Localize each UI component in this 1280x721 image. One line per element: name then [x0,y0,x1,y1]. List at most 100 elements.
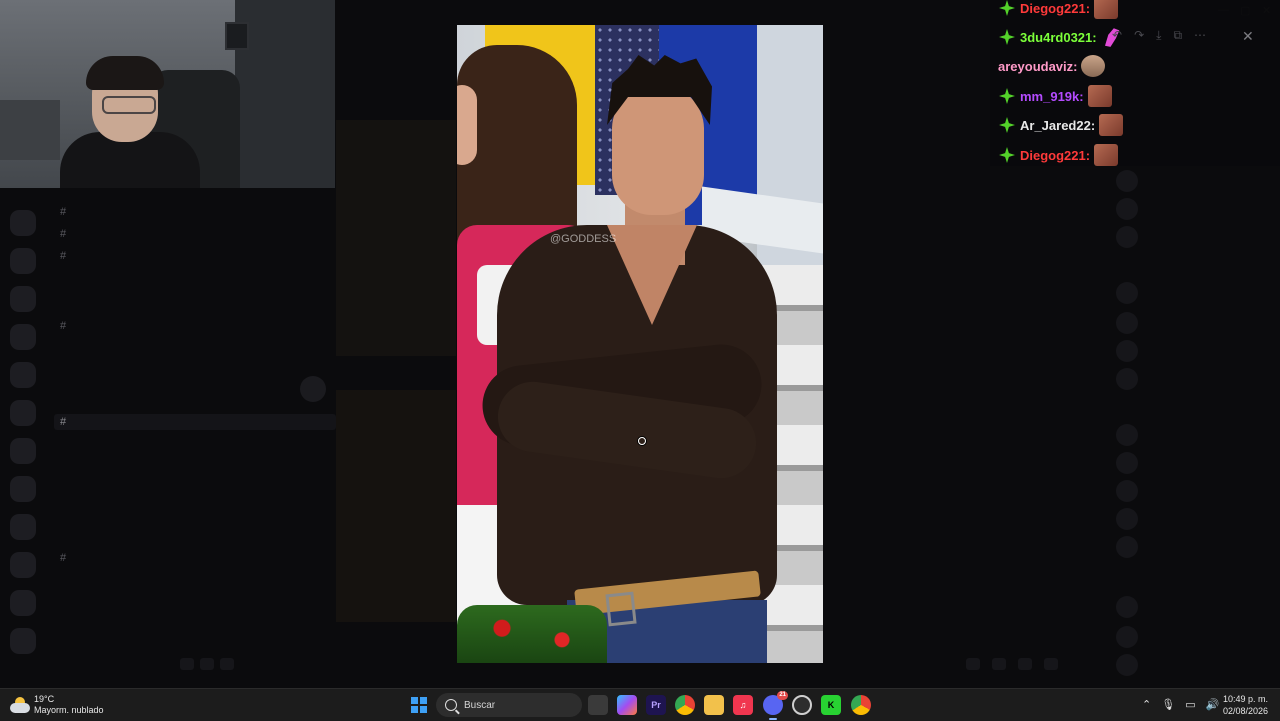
hash-icon: # [60,206,67,218]
server-rail [0,190,48,670]
server-icon[interactable] [10,210,36,236]
hash-icon: # [60,320,67,332]
viewer-image[interactable]: @GODDESS [457,25,823,663]
image-watermark: @GODDESS [550,233,617,245]
avatar [1116,424,1138,446]
hash-icon: # [60,228,67,240]
face-emote-icon [1094,0,1119,19]
picture-frame [225,22,249,50]
server-icon[interactable] [10,476,36,502]
gift-icon[interactable] [966,658,980,670]
chat-username: Diegog221: [1020,147,1091,163]
avatar [1116,536,1138,558]
server-icon[interactable] [10,590,36,616]
search-icon [445,699,457,711]
face-emote-icon [1099,114,1124,136]
weather-description: Mayorm. nublado [34,705,104,715]
kick-icon[interactable]: K [821,695,841,715]
server-icon[interactable] [10,362,36,388]
sticker-icon[interactable] [1018,658,1032,670]
server-icon[interactable] [10,400,36,426]
chat-message: 3du4rd0321: [998,25,1123,49]
channel-item[interactable]: # [60,206,66,218]
chat-username: Diegog221: [1020,0,1091,16]
hash-icon: # [60,250,67,262]
download-icon[interactable]: ⤓ [1156,28,1161,43]
avatar [1116,452,1138,474]
chrome-profile-icon[interactable] [851,695,871,715]
obs-icon[interactable] [792,695,812,715]
weather-widget[interactable]: 19°C Mayorm. nublado [10,694,104,716]
gear-icon[interactable] [220,658,234,670]
reply-icon[interactable]: ↶ [1112,28,1122,43]
chat-username: mm_919k: [1020,88,1084,104]
avatar [1116,170,1138,192]
music-app-icon[interactable]: ♫ [733,695,753,715]
headphones-icon[interactable] [200,658,214,670]
more-icon[interactable]: ⋯ [1194,28,1206,43]
chat-username: 3du4rd0321: [1020,29,1097,45]
avatar [1116,198,1138,220]
microphone-icon[interactable]: 🎙 [1161,698,1175,711]
avatar [1116,480,1138,502]
open-external-icon[interactable]: ⧉ [1173,28,1182,43]
avatar [1116,654,1138,676]
member-list [1112,166,1280,676]
avatar [1116,508,1138,530]
discord-icon[interactable]: 21 [763,691,788,720]
weather-temperature: 19°C [34,694,55,704]
avatar [1116,226,1138,248]
close-viewer-icon[interactable]: ✕ [1242,28,1254,45]
system-clock[interactable]: 10:49 p. m. 02/08/2026 [1222,693,1268,717]
channel-item[interactable]: # [60,250,66,262]
chat-message: areyoudaviz: [998,54,1106,78]
channel-item[interactable]: # [60,228,66,240]
task-view-icon[interactable] [588,695,608,715]
clock-time: 10:49 p. m. [1222,694,1268,704]
premiere-icon[interactable]: Pr [646,695,666,715]
stream-chat-overlay: Diegog221: 3du4rd0321: areyoudaviz: mm_9… [990,0,1280,166]
prime-badge-icon [998,146,1016,164]
windows-start-icon[interactable] [411,697,427,713]
partly-cloudy-icon [10,697,30,713]
taskbar: 19°C Mayorm. nublado Buscar Pr ♫ 21 K ⌃ … [0,688,1280,721]
server-icon[interactable] [10,286,36,312]
copilot-icon[interactable] [617,695,637,715]
message-image[interactable] [336,120,456,356]
face-emote-icon [1087,85,1112,107]
chat-message: mm_919k: [998,84,1112,108]
chat-message: Diegog221: [998,143,1119,167]
server-icon[interactable] [10,248,36,274]
face-emote-icon [1094,144,1119,166]
channel-item[interactable]: # [60,552,66,564]
volume-icon[interactable]: 🔊 [1206,698,1220,711]
server-icon[interactable] [10,324,36,350]
prime-badge-icon [998,87,1016,105]
network-icon[interactable]: ▭ [1185,698,1195,711]
system-tray: ⌃ 🎙 ▭ 🔊 [1142,698,1219,711]
server-icon[interactable] [10,438,36,464]
image-viewer-controls: ↶ ↷ ⤓ ⧉ ⋯ [1112,28,1206,43]
channel-item[interactable]: # [60,320,66,332]
server-icon[interactable] [10,514,36,540]
avatar [1116,596,1138,618]
mouse-cursor [638,437,646,445]
taskbar-search[interactable]: Buscar [436,693,582,717]
chevron-up-icon[interactable]: ⌃ [1142,698,1151,711]
chrome-icon[interactable] [675,695,695,715]
prime-badge-icon [998,0,1016,17]
channel-item-active[interactable]: # [54,414,336,430]
file-explorer-icon[interactable] [704,695,724,715]
prime-badge-icon [998,28,1016,46]
avatar [1116,282,1138,304]
server-icon[interactable] [10,552,36,578]
gif-icon[interactable] [992,658,1006,670]
mic-icon[interactable] [180,658,194,670]
emoji-icon[interactable] [1044,658,1058,670]
prime-badge-icon [998,116,1016,134]
clock-date: 02/08/2026 [1222,706,1268,716]
message-image[interactable] [336,390,456,622]
forward-icon[interactable]: ↷ [1134,28,1144,43]
avatar [1116,626,1138,648]
user-avatar[interactable] [300,376,326,402]
